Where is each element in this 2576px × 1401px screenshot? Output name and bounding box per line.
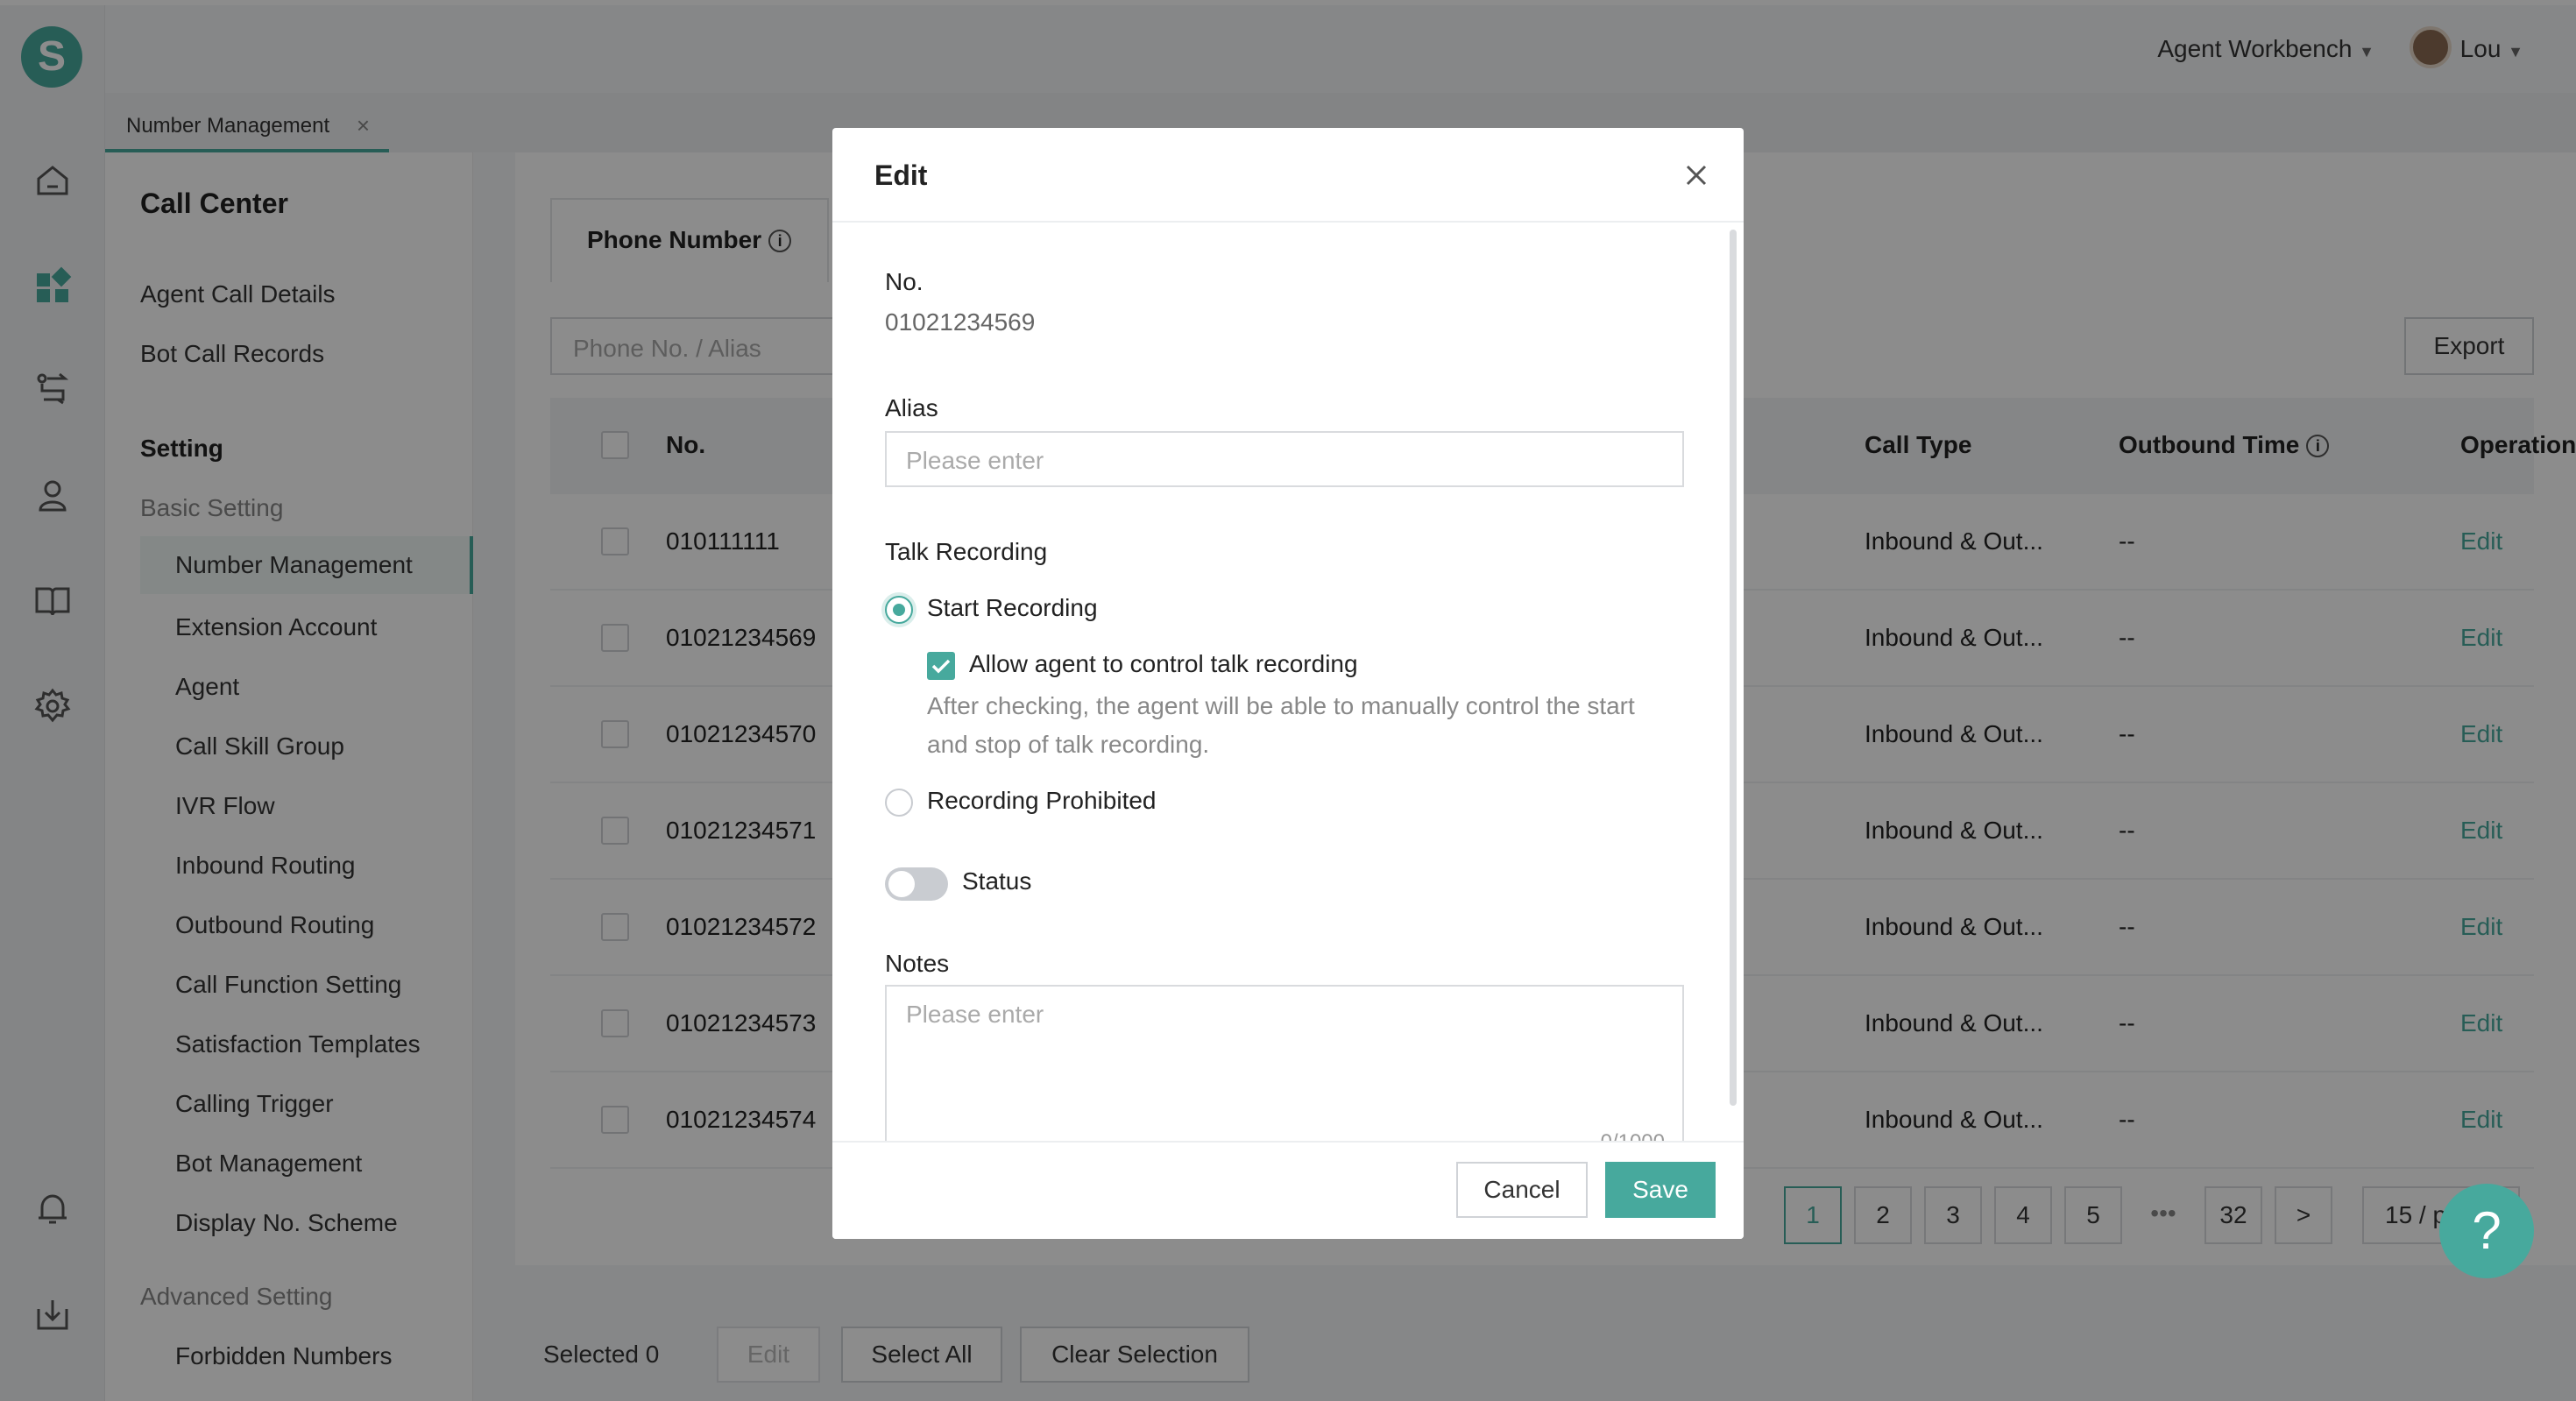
status-toggle[interactable] bbox=[885, 867, 948, 901]
alias-label: Alias bbox=[885, 394, 938, 421]
help-icon[interactable]: ? bbox=[2439, 1184, 2534, 1278]
recording-prohibited-label[interactable]: Recording Prohibited bbox=[927, 787, 1157, 815]
no-label: No. bbox=[885, 268, 924, 295]
modal-scrollbar[interactable] bbox=[1730, 230, 1737, 1106]
alias-input[interactable]: Please enter bbox=[885, 431, 1684, 487]
start-recording-radio[interactable] bbox=[885, 596, 913, 624]
notes-label: Notes bbox=[885, 950, 950, 977]
no-value: 01021234569 bbox=[885, 308, 1036, 336]
save-button[interactable]: Save bbox=[1605, 1162, 1716, 1218]
modal-title: Edit bbox=[874, 159, 928, 191]
status-label: Status bbox=[962, 867, 1032, 895]
notes-textarea[interactable]: Please enter 0/1000 bbox=[885, 985, 1684, 1141]
notes-char-count: 0/1000 bbox=[1601, 1130, 1665, 1141]
edit-modal: Edit No. 01021234569 Alias Please enter … bbox=[832, 128, 1744, 1239]
talk-recording-label: Talk Recording bbox=[885, 538, 1048, 565]
recording-prohibited-radio[interactable] bbox=[885, 789, 913, 817]
modal-header: Edit bbox=[832, 128, 1744, 223]
allow-agent-label[interactable]: Allow agent to control talk recording bbox=[969, 650, 1358, 678]
modal-body: No. 01021234569 Alias Please enter Talk … bbox=[832, 223, 1744, 1141]
notes-placeholder: Please enter bbox=[906, 1001, 1044, 1028]
allow-agent-hint: After checking, the agent will be able t… bbox=[927, 692, 1635, 758]
allow-agent-checkbox[interactable] bbox=[927, 652, 955, 680]
start-recording-label[interactable]: Start Recording bbox=[927, 594, 1098, 622]
close-icon[interactable] bbox=[1679, 158, 1714, 193]
modal-footer: Cancel Save bbox=[832, 1141, 1744, 1239]
cancel-button[interactable]: Cancel bbox=[1456, 1162, 1588, 1218]
